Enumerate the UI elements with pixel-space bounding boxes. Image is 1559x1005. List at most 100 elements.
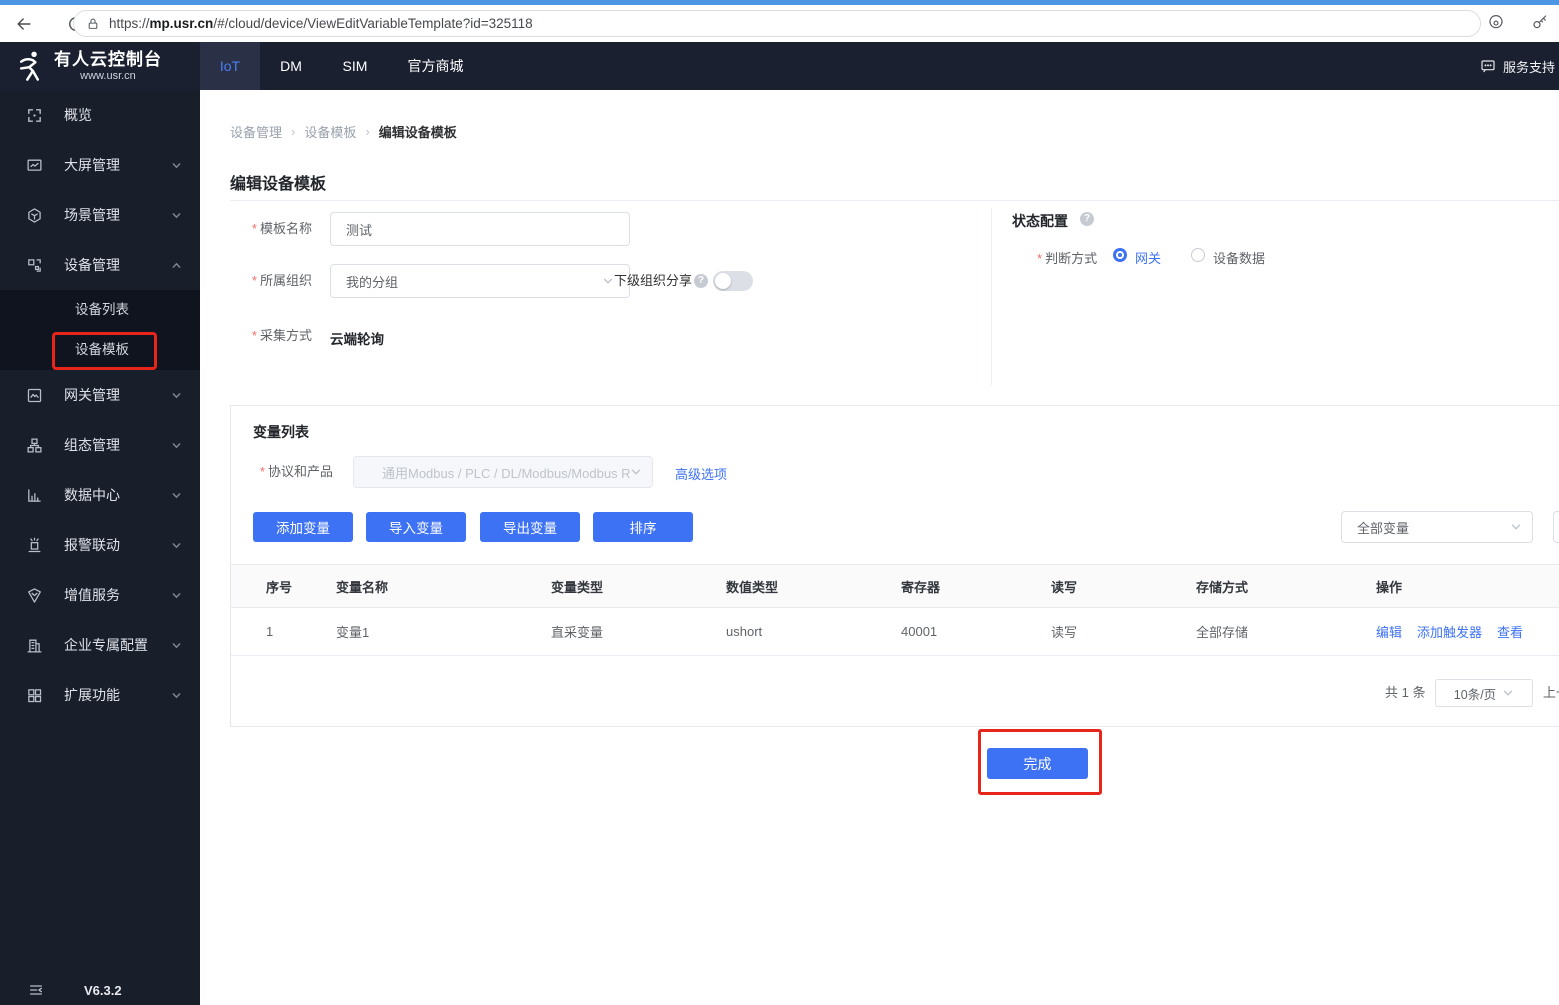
edit-link[interactable]: 编辑 xyxy=(1376,622,1402,641)
value-service-icon xyxy=(28,587,41,603)
back-arrow-icon xyxy=(17,17,31,30)
sidebar-item-screen-mgmt[interactable]: 大屏管理 xyxy=(0,140,200,190)
tab-dm[interactable]: DM xyxy=(260,42,322,90)
collect-mode-label: * 采集方式 xyxy=(251,328,312,343)
chevron-down-icon xyxy=(603,278,613,284)
sidebar-item-label: 扩展功能 xyxy=(64,687,120,703)
chevron-down-icon xyxy=(172,212,181,218)
chevron-down-icon xyxy=(172,442,181,448)
browser-back-button[interactable] xyxy=(14,14,34,34)
sidebar-subitem-device-list[interactable]: 设备列表 xyxy=(0,290,200,330)
sidebar-item-extended-functions[interactable]: 扩展功能 xyxy=(0,670,200,720)
sub-org-share-toggle[interactable] xyxy=(713,271,753,291)
required-asterisk: * xyxy=(259,464,265,479)
alarm-icon xyxy=(28,537,41,552)
radio-device-data[interactable] xyxy=(1191,248,1205,262)
sidebar-item-enterprise-config[interactable]: 企业专属配置 xyxy=(0,620,200,670)
sidebar-subitem-device-template[interactable]: 设备模板 xyxy=(0,330,200,370)
table-header-row: 序号 变量名称 变量类型 数值类型 寄存器 读写 存储方式 操作 xyxy=(231,564,1559,608)
view-link[interactable]: 查看 xyxy=(1497,622,1523,641)
help-icon[interactable] xyxy=(694,274,708,288)
extend-icon xyxy=(28,688,42,702)
sidebar-item-value-added-services[interactable]: 增值服务 xyxy=(0,570,200,620)
sort-button[interactable]: 排序 xyxy=(593,512,693,542)
template-name-input[interactable]: 测试 xyxy=(330,212,630,246)
export-variable-button[interactable]: 导出变量 xyxy=(480,512,580,542)
sidebar-item-label: 组态管理 xyxy=(64,437,120,453)
page-size-select[interactable]: 10条/页 xyxy=(1435,679,1533,707)
required-asterisk: * xyxy=(251,328,257,343)
gateway-icon xyxy=(27,388,42,402)
browser-toolbar: https://mp.usr.cn/#/cloud/device/ViewEdi… xyxy=(0,5,1559,42)
table-row: 1 变量1 直采变量 ushort 40001 读写 全部存储 编辑 添加触发器… xyxy=(231,608,1559,656)
help-icon[interactable] xyxy=(1080,212,1094,226)
variable-filter-value: 全部变量 xyxy=(1357,520,1410,536)
usr-running-person-icon xyxy=(19,51,40,81)
organization-select[interactable]: 我的分组 xyxy=(330,264,630,298)
protocol-select[interactable]: 通用Modbus / PLC / DL/Modbus/Modbus R1 xyxy=(353,456,653,488)
col-header-rw: 读写 xyxy=(1051,579,1078,595)
radio-gateway-label[interactable]: 网关 xyxy=(1135,248,1161,267)
col-header-actions: 操作 xyxy=(1376,579,1403,595)
chevron-down-icon xyxy=(631,469,641,475)
variable-filter-select[interactable]: 全部变量 xyxy=(1341,511,1533,543)
screen-icon xyxy=(27,159,42,171)
chat-bubble-icon xyxy=(1481,60,1495,73)
search-input-clipped[interactable] xyxy=(1553,511,1559,543)
breadcrumb-separator-icon xyxy=(291,124,295,139)
import-variable-button[interactable]: 导入变量 xyxy=(366,512,466,542)
cell-storage: 全部存储 xyxy=(1196,625,1249,640)
sidebar-item-device-mgmt[interactable]: 设备管理 xyxy=(0,240,200,290)
chevron-down-icon xyxy=(172,542,181,548)
sidebar: 概览 大屏管理 场景管理 设备管理 设备列表 设备模板 网关管理 组态管理 数据… xyxy=(0,90,200,1005)
chevron-down-icon xyxy=(172,162,181,168)
radio-device-data-label[interactable]: 设备数据 xyxy=(1213,248,1265,267)
tab-iot[interactable]: IoT xyxy=(200,42,260,90)
sidebar-item-gateway-mgmt[interactable]: 网关管理 xyxy=(0,370,200,420)
sidebar-item-alarm-linkage[interactable]: 报警联动 xyxy=(0,520,200,570)
sidebar-item-scene-mgmt[interactable]: 场景管理 xyxy=(0,190,200,240)
address-bar[interactable]: https://mp.usr.cn/#/cloud/device/ViewEdi… xyxy=(73,10,1481,37)
collect-mode-value: 云端轮询 xyxy=(330,332,384,347)
organization-value: 我的分组 xyxy=(346,274,399,290)
sidebar-item-label: 场景管理 xyxy=(64,207,120,223)
logo[interactable]: 有人云控制台 www.usr.cn xyxy=(0,42,200,90)
sidebar-item-data-center[interactable]: 数据中心 xyxy=(0,470,200,520)
version-label: V6.3.2 xyxy=(84,982,122,998)
advanced-options-link[interactable]: 高级选项 xyxy=(675,464,727,483)
chevron-down-icon xyxy=(172,492,181,498)
add-variable-button[interactable]: 添加变量 xyxy=(253,512,353,542)
add-trigger-link[interactable]: 添加触发器 xyxy=(1417,622,1482,641)
radio-gateway[interactable] xyxy=(1113,248,1127,262)
vertical-divider xyxy=(991,208,992,385)
cell-register: 40001 xyxy=(901,624,938,639)
app-window: https://mp.usr.cn/#/cloud/device/ViewEdi… xyxy=(0,0,1559,1005)
prev-page-button[interactable]: 上一页 xyxy=(1543,679,1559,707)
logo-subtitle: www.usr.cn xyxy=(80,69,136,82)
col-header-name: 变量名称 xyxy=(336,579,389,595)
service-support-button[interactable]: 服务支持 xyxy=(1480,42,1557,90)
organization-label: * 所属组织 xyxy=(251,273,312,288)
page-size-value: 10条/页 xyxy=(1453,687,1497,702)
col-header-register: 寄存器 xyxy=(901,579,941,595)
required-asterisk: * xyxy=(251,273,257,288)
top-nav-tabs: IoT DM SIM 官方商城 xyxy=(200,42,483,90)
sidebar-item-label: 设备管理 xyxy=(64,257,120,273)
sidebar-item-label: 企业专属配置 xyxy=(64,637,148,653)
send-to-device-icon[interactable] xyxy=(1487,13,1505,31)
breadcrumb-device-template[interactable]: 设备模板 xyxy=(304,122,356,141)
chevron-down-icon xyxy=(1503,690,1513,696)
template-name-label: * 模板名称 xyxy=(251,221,312,236)
sidebar-item-overview[interactable]: 概览 xyxy=(0,90,200,140)
sidebar-item-scada-mgmt[interactable]: 组态管理 xyxy=(0,420,200,470)
cell-rw: 读写 xyxy=(1051,625,1078,640)
breadcrumb-device-mgmt[interactable]: 设备管理 xyxy=(230,122,282,141)
sidebar-item-label: 大屏管理 xyxy=(64,157,120,173)
key-icon[interactable] xyxy=(1531,13,1549,31)
done-button[interactable]: 完成 xyxy=(987,748,1088,779)
tab-official-mall[interactable]: 官方商城 xyxy=(388,42,483,90)
collapse-sidebar-icon[interactable] xyxy=(28,982,44,998)
tab-sim[interactable]: SIM xyxy=(322,42,388,90)
required-asterisk: * xyxy=(251,221,257,236)
sidebar-footer: V6.3.2 xyxy=(0,975,200,1005)
